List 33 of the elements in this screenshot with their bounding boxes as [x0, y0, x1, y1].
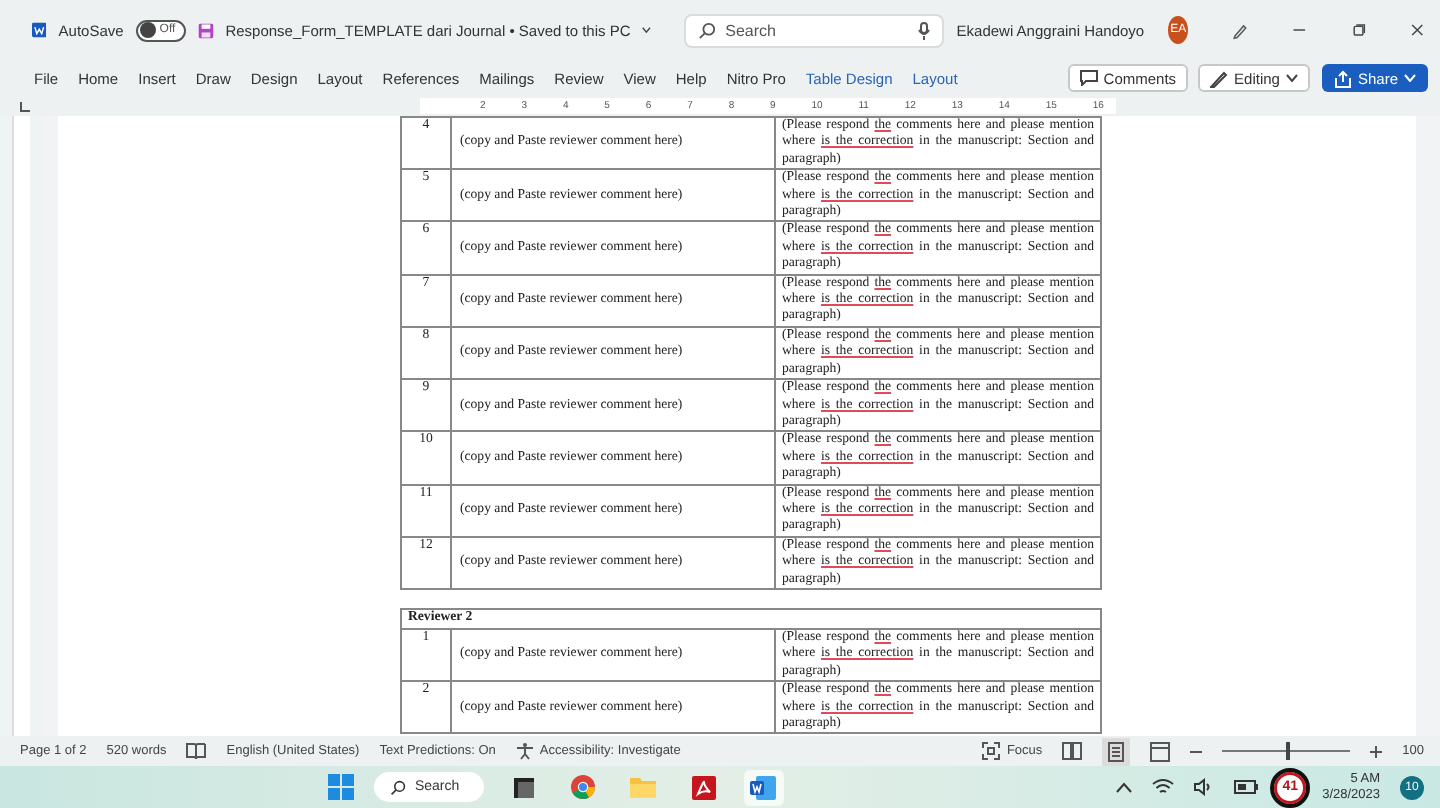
chevron-down-icon [1285, 74, 1298, 82]
zoom-slider-thumb[interactable] [1286, 742, 1291, 760]
chevron-up-icon[interactable] [1116, 781, 1133, 793]
zoom-out-icon[interactable] [1190, 745, 1203, 757]
tab-selector-icon[interactable] [20, 101, 30, 111]
book-icon[interactable] [186, 742, 207, 760]
chrome-icon[interactable] [570, 774, 597, 800]
windows-start-icon[interactable] [328, 774, 355, 800]
word-icon[interactable] [750, 775, 777, 799]
search-icon [390, 779, 407, 795]
battery-icon[interactable] [1234, 780, 1259, 794]
pdf-icon[interactable] [691, 775, 716, 799]
read-mode-icon[interactable] [1062, 742, 1083, 760]
speaker-icon[interactable] [1194, 778, 1215, 796]
web-layout-icon[interactable] [1150, 741, 1171, 761]
search-field[interactable]: Search [683, 13, 945, 47]
chevron-down-icon [1404, 74, 1416, 82]
wifi-icon[interactable] [1152, 778, 1175, 796]
print-layout-icon[interactable] [1108, 741, 1125, 761]
microphone-icon[interactable] [918, 21, 931, 39]
restore-icon[interactable] [1351, 20, 1366, 40]
word-logo-icon [32, 20, 47, 40]
task-view-icon[interactable] [511, 775, 536, 799]
accessibility-icon [515, 742, 534, 760]
share-icon [1333, 69, 1352, 87]
zoom-in-icon[interactable] [1370, 745, 1383, 757]
comment-icon [1079, 70, 1098, 86]
focus-icon [982, 742, 1001, 760]
pen-icon[interactable] [1232, 19, 1249, 41]
chevron-down-icon[interactable] [642, 26, 652, 34]
close-icon[interactable] [1409, 20, 1425, 40]
save-icon[interactable] [197, 19, 214, 41]
pencil-icon [1210, 69, 1229, 87]
